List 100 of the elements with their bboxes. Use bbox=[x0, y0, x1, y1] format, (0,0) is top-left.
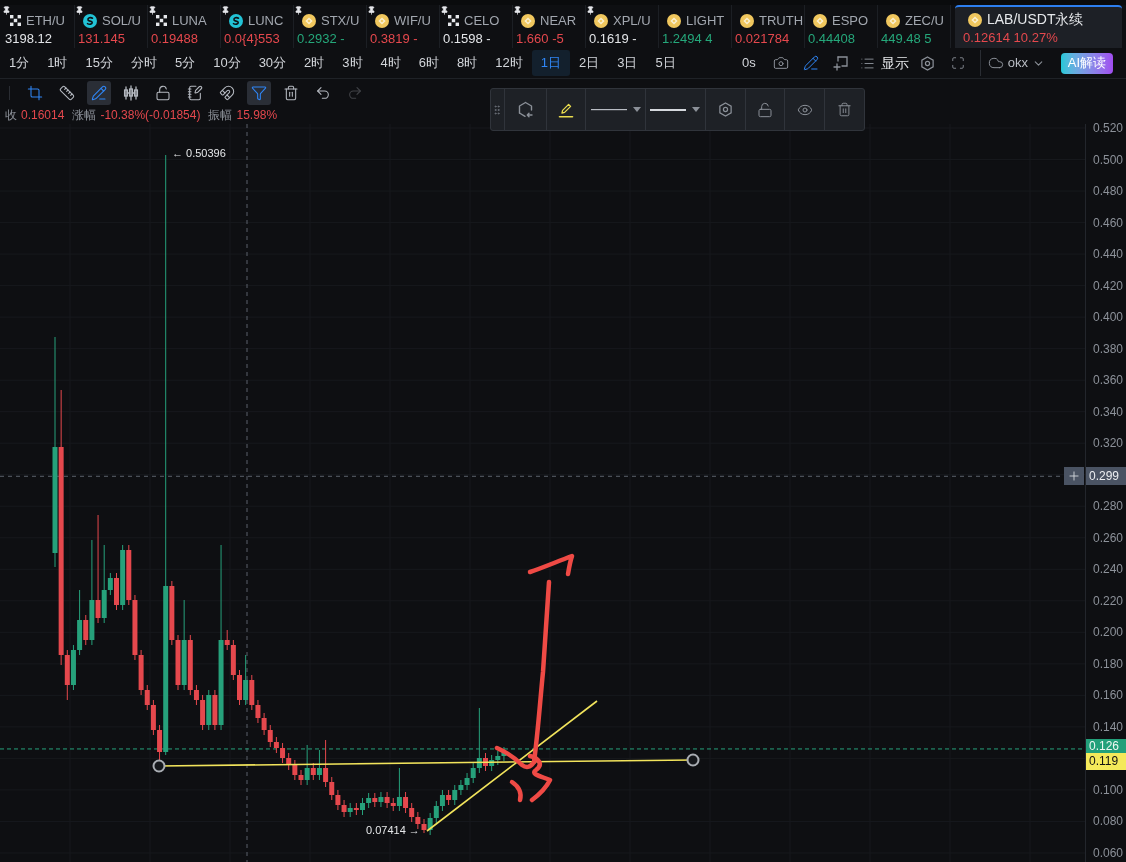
crosshair-price-label: 0.299 bbox=[1086, 467, 1126, 486]
pencil-icon bbox=[802, 55, 819, 71]
ticker-tab[interactable]: NEAR 1.660 -5 bbox=[513, 5, 586, 48]
interval-tab[interactable]: 4时 bbox=[371, 50, 410, 76]
last-price-label: 0.126 bbox=[1086, 738, 1126, 753]
support-line[interactable] bbox=[152, 753, 700, 773]
interval-tab[interactable]: 2时 bbox=[295, 50, 334, 76]
ticker-tab[interactable]: LAB/USDT永续 0.12614 10.27% bbox=[955, 5, 1122, 48]
price-axis-label: 0.280 bbox=[1092, 498, 1123, 515]
diamond-coin-icon bbox=[968, 12, 982, 27]
price-axis-label: 0.180 bbox=[1092, 655, 1123, 672]
add-alert-button[interactable] bbox=[1064, 467, 1084, 486]
diamond-coin-icon bbox=[594, 13, 608, 28]
unlocked-padlock-icon bbox=[155, 85, 171, 101]
hexagon-arrow-icon bbox=[516, 101, 534, 118]
pin-icon[interactable] bbox=[440, 6, 449, 15]
pin-icon[interactable] bbox=[221, 6, 230, 15]
price-axis-label: 0.100 bbox=[1092, 781, 1123, 798]
price-axis-label: 0.440 bbox=[1092, 246, 1123, 263]
interval-tab[interactable]: 1日 bbox=[531, 50, 570, 76]
stat-label: 涨幅 bbox=[72, 107, 97, 124]
price-axis-label: 0.080 bbox=[1092, 813, 1123, 830]
stat-label: 收 bbox=[5, 107, 17, 124]
price-axis-label: 0.220 bbox=[1092, 592, 1123, 609]
price-axis-label: 0.460 bbox=[1092, 214, 1123, 231]
ticker-tab[interactable]: STX/U 0.2932 - bbox=[294, 5, 367, 48]
interval-tab[interactable]: 分时 bbox=[121, 50, 166, 76]
plus-icon bbox=[1067, 469, 1081, 484]
trash-icon bbox=[837, 102, 853, 117]
caret-icon bbox=[692, 107, 701, 112]
checker-coin-icon bbox=[156, 15, 167, 26]
price-axis-label: 0.240 bbox=[1092, 561, 1123, 578]
price-axis-label: 0.380 bbox=[1092, 340, 1123, 357]
ticker-tab[interactable]: LIGHT 1.2494 4 bbox=[659, 5, 732, 48]
ticker-tab[interactable]: LUNC 0.0{4}553 bbox=[221, 5, 294, 48]
diamond-coin-icon bbox=[375, 13, 389, 28]
interval-tab[interactable]: 15分 bbox=[76, 50, 122, 76]
ticker-tab[interactable]: LUNA 0.19488 bbox=[148, 5, 221, 48]
stat-label: 振幅 bbox=[208, 107, 233, 124]
price-axis-label: 0.260 bbox=[1092, 529, 1123, 546]
interval-tab[interactable]: 1时 bbox=[38, 50, 77, 76]
interval-tab[interactable]: 5分 bbox=[165, 50, 205, 76]
interval-tab[interactable]: 1分 bbox=[0, 50, 39, 76]
settings-icon bbox=[920, 55, 936, 71]
ticker-tab[interactable]: SOL/U 131.145 bbox=[75, 5, 148, 48]
price-axis-label: 0.500 bbox=[1092, 151, 1123, 168]
ticker-tab[interactable]: CELO 0.1598 - bbox=[440, 5, 513, 48]
ticker-tab[interactable]: TRUTH 0.021784 bbox=[732, 5, 805, 48]
interval-tab[interactable]: 8时 bbox=[448, 50, 487, 76]
rising-trend-line[interactable] bbox=[426, 700, 598, 832]
pin-icon[interactable] bbox=[75, 6, 84, 15]
interval-tab[interactable]: 30分 bbox=[249, 50, 296, 76]
caret-icon bbox=[632, 107, 641, 112]
interval-tab[interactable]: 3日 bbox=[608, 50, 647, 76]
ticker-tab[interactable]: ESPO 0.44408 bbox=[805, 5, 878, 48]
pen-color-icon bbox=[558, 101, 575, 118]
ticker-tab[interactable]: ZEC/U 449.48 5 bbox=[878, 5, 951, 48]
line-sample-icon bbox=[650, 108, 687, 111]
redo-icon bbox=[347, 85, 363, 101]
price-axis-label: 0.200 bbox=[1092, 624, 1123, 641]
pin-icon[interactable] bbox=[586, 6, 595, 15]
price-axis-label: 0.060 bbox=[1092, 844, 1123, 861]
diamond-coin-icon bbox=[302, 13, 316, 28]
ticker-tab[interactable]: ETH/U 3198.12 bbox=[2, 5, 75, 48]
ticker-tab[interactable]: WIF/U 0.3819 - bbox=[367, 5, 440, 48]
high-price-marker: ← 0.50396 bbox=[172, 147, 226, 159]
filter-button[interactable] bbox=[247, 81, 271, 105]
low-price-marker: 0.07414 → bbox=[366, 824, 420, 836]
diamond-coin-icon bbox=[667, 13, 681, 28]
filter-icon bbox=[251, 85, 267, 101]
diamond-coin-icon bbox=[740, 13, 754, 28]
cloud-icon bbox=[987, 55, 1004, 71]
interval-tab[interactable]: 2日 bbox=[570, 50, 609, 76]
ticker-tab[interactable]: XPL/U 0.1619 - bbox=[586, 5, 659, 48]
interval-tab[interactable]: 5日 bbox=[646, 50, 685, 76]
swirl-coin-icon bbox=[83, 13, 97, 28]
camera-icon bbox=[772, 55, 789, 71]
checker-coin-icon bbox=[448, 15, 459, 26]
pin-icon[interactable] bbox=[2, 6, 11, 15]
diamond-coin-icon bbox=[813, 13, 827, 28]
pencil-button[interactable] bbox=[87, 81, 111, 105]
interval-tab[interactable]: 12时 bbox=[486, 50, 532, 76]
interval-tab[interactable]: 10分 bbox=[204, 50, 250, 76]
pin-icon[interactable] bbox=[367, 6, 376, 15]
pin-icon[interactable] bbox=[513, 6, 522, 15]
diamond-coin-icon bbox=[886, 13, 900, 28]
price-axis-label: 0.160 bbox=[1092, 687, 1123, 704]
window-plus-icon bbox=[832, 55, 849, 71]
price-axis-label: 0.360 bbox=[1092, 372, 1123, 389]
pin-icon[interactable] bbox=[294, 6, 303, 15]
price-axis-label: 0.520 bbox=[1092, 120, 1123, 136]
pin-icon[interactable] bbox=[148, 6, 157, 15]
stat-value: -10.38%(-0.01854) bbox=[100, 107, 201, 124]
candles-icon bbox=[123, 85, 139, 101]
interval-tab[interactable]: 6时 bbox=[409, 50, 449, 76]
price-axis-label: 0.140 bbox=[1092, 718, 1123, 735]
interval-tab[interactable]: 3时 bbox=[333, 50, 372, 76]
unlocked-padlock-icon bbox=[757, 101, 773, 118]
display-button[interactable]: 显示 bbox=[855, 51, 913, 75]
exchange-dropdown[interactable]: okx bbox=[987, 51, 1045, 75]
